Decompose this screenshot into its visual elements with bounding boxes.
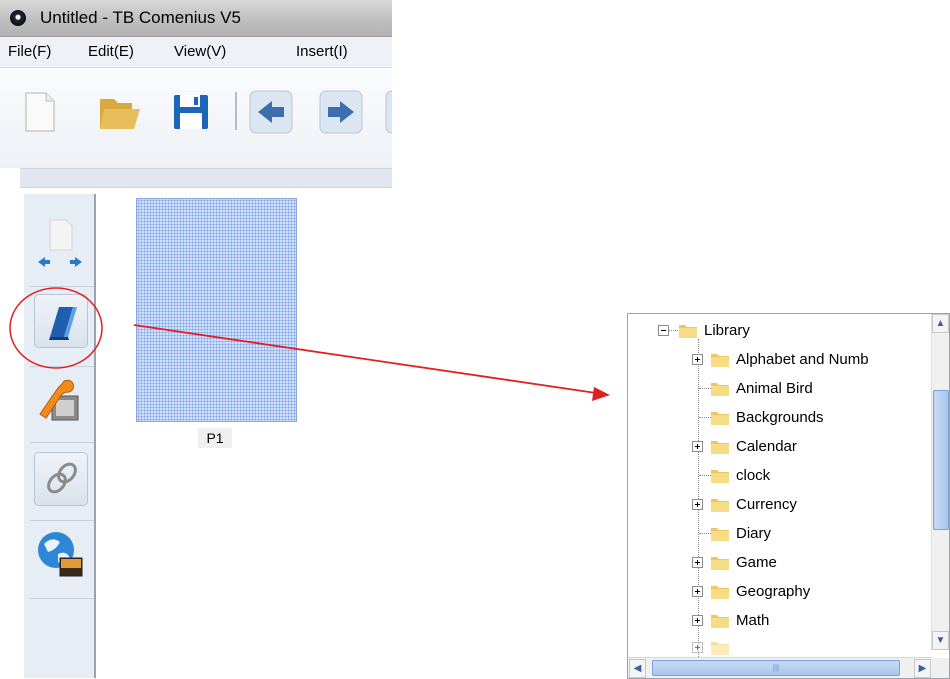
folder-icon: [711, 498, 729, 512]
folder-icon: [711, 614, 729, 628]
tree-item-label: Alphabet and Numb: [736, 350, 869, 368]
folder-icon: [711, 585, 729, 599]
menu-view[interactable]: View(V): [174, 43, 226, 60]
page-thumbnail-label: P1: [198, 428, 232, 448]
globe-image-button[interactable]: [34, 528, 86, 580]
menu-file[interactable]: File(F): [8, 43, 51, 60]
expand-icon[interactable]: [692, 586, 703, 597]
new-page-button[interactable]: [16, 89, 62, 135]
panel-header-strip: [20, 168, 392, 188]
expand-icon[interactable]: [692, 354, 703, 365]
app-logo-icon: [10, 10, 26, 26]
scrollbar-corner: [932, 658, 949, 678]
horizontal-scrollbar[interactable]: ◀ ||| ▶: [628, 657, 932, 678]
tree-item-partial[interactable]: [692, 636, 730, 658]
tree-item-math[interactable]: Math: [692, 609, 769, 631]
tree-item-currency[interactable]: Currency: [692, 493, 797, 515]
tree-item-clock[interactable]: clock: [692, 464, 770, 486]
toolbar: [0, 68, 392, 168]
tree-item-backgrounds[interactable]: Backgrounds: [692, 406, 824, 428]
folder-icon: [711, 556, 729, 570]
folder-icon: [711, 527, 729, 541]
tree-item-alphabet[interactable]: Alphabet and Numb: [692, 348, 869, 370]
tree-item-diary[interactable]: Diary: [692, 522, 771, 544]
folder-icon: [711, 641, 729, 655]
tree-item-geography[interactable]: Geography: [692, 580, 810, 602]
tree-item-label: Calendar: [736, 437, 797, 455]
tree-item-label: clock: [736, 466, 771, 484]
expand-icon[interactable]: [692, 615, 703, 626]
globe-image-icon: [38, 532, 83, 577]
toolbar-separator: [235, 92, 237, 130]
folder-icon: [711, 440, 729, 454]
tree-item-label: Geography: [736, 582, 811, 600]
page-navigate-button[interactable]: [34, 216, 86, 268]
scroll-up-icon[interactable]: ▲: [932, 314, 949, 333]
folder-icon: [711, 353, 729, 367]
collapse-icon[interactable]: [658, 325, 669, 336]
library-tree-panel[interactable]: Library Alphabet and Numb Animal Bird Ba…: [627, 313, 950, 679]
menu-bar: File(F) Edit(E) View(V) Insert(I): [0, 37, 392, 68]
tree-item-label: Game: [736, 553, 777, 571]
tree-item-label: Currency: [736, 495, 797, 513]
window-title: Untitled - TB Comenius V5: [40, 8, 241, 27]
tree-root-library[interactable]: Library: [658, 319, 750, 341]
save-icon: [174, 95, 208, 129]
back-arrow-icon: [249, 90, 293, 134]
folder-icon: [711, 411, 729, 425]
new-page-icon: [25, 92, 55, 132]
vertical-scroll-thumb[interactable]: [933, 390, 949, 530]
tree-item-game[interactable]: Game: [692, 551, 777, 573]
open-folder-icon: [100, 99, 140, 129]
eraser-library-icon: [49, 307, 77, 340]
pointer-arrow-head: [592, 387, 610, 401]
menu-edit[interactable]: Edit(E): [88, 43, 134, 60]
title-bar[interactable]: Untitled - TB Comenius V5: [0, 0, 392, 37]
menu-insert[interactable]: Insert(I): [296, 43, 348, 60]
tree-item-label: Animal Bird: [736, 379, 813, 397]
scroll-left-icon[interactable]: ◀: [629, 659, 646, 678]
folder-icon: [711, 469, 729, 483]
tree-item-label: Math: [736, 611, 770, 629]
back-button[interactable]: [248, 89, 294, 135]
expand-icon[interactable]: [692, 642, 703, 653]
horizontal-scroll-thumb[interactable]: |||: [652, 660, 900, 676]
tree-root-label: Library: [704, 321, 750, 339]
expand-icon[interactable]: [692, 557, 703, 568]
tree-item-animal-bird[interactable]: Animal Bird: [692, 377, 813, 399]
folder-icon: [679, 324, 697, 338]
side-tool-panel: [24, 194, 96, 678]
folder-icon: [711, 382, 729, 396]
scroll-right-icon[interactable]: ▶: [914, 659, 931, 678]
forward-button[interactable]: [318, 89, 364, 135]
more-toolbar-button[interactable]: [384, 89, 392, 135]
vertical-scrollbar[interactable]: ▲ ▼: [931, 314, 949, 650]
expand-icon[interactable]: [692, 499, 703, 510]
app-window: Untitled - TB Comenius V5 File(F) Edit(E…: [0, 0, 392, 678]
link-button[interactable]: [34, 452, 88, 506]
wrench-settings-icon: [39, 379, 79, 421]
expand-icon[interactable]: [692, 441, 703, 452]
settings-button[interactable]: [34, 374, 86, 426]
eraser-library-button[interactable]: [34, 294, 88, 348]
scroll-down-icon[interactable]: ▼: [932, 631, 949, 650]
forward-arrow-icon: [319, 90, 363, 134]
open-button[interactable]: [96, 89, 142, 135]
link-icon: [47, 462, 77, 494]
tree-item-calendar[interactable]: Calendar: [692, 435, 797, 457]
page-thumbnail[interactable]: [136, 198, 297, 422]
tree-item-label: Backgrounds: [736, 408, 824, 426]
tree-item-label: Diary: [736, 524, 772, 542]
page-navigate-icon: [38, 219, 82, 267]
save-button[interactable]: [168, 89, 214, 135]
